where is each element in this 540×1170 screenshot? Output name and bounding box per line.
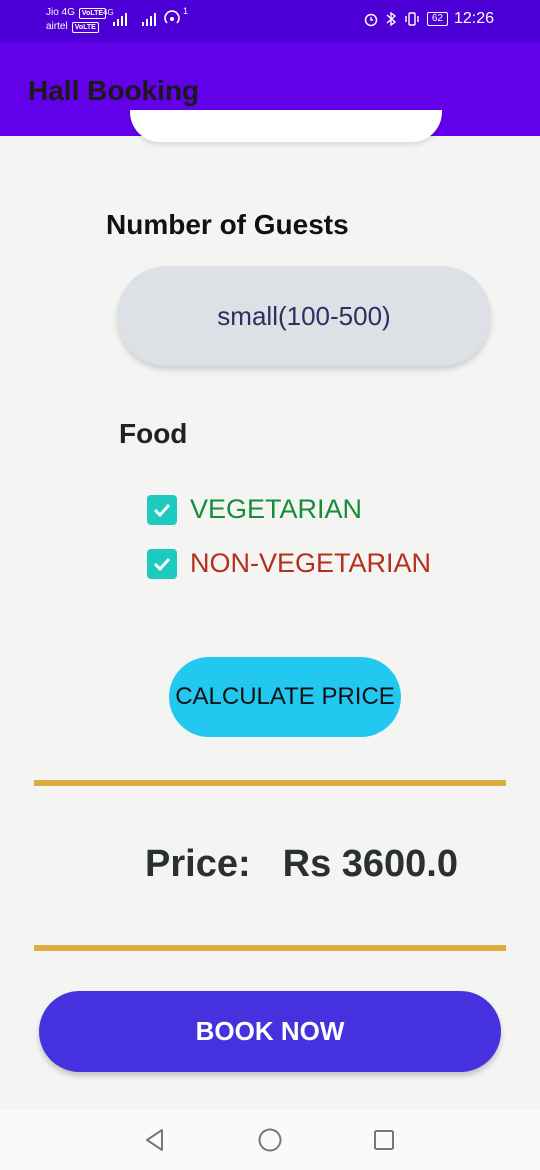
non-vegetarian-label: NON-VEGETARIAN	[190, 548, 432, 578]
bluetooth-icon	[386, 11, 396, 27]
calculate-price-button[interactable]: CALCULATE PRICE	[169, 657, 401, 737]
sim-indicator: 1	[183, 6, 189, 16]
checkbox-checked-icon[interactable]	[147, 548, 177, 579]
checkbox-vegetarian[interactable]: VEGETARIAN	[147, 494, 362, 525]
status-bar: Jio 4G VoLTE airtel VoLTE 4G 1 62 12:26	[0, 0, 540, 42]
vegetarian-label: VEGETARIAN	[190, 494, 363, 524]
checkbox-non-vegetarian[interactable]: NON-VEGETARIAN	[147, 548, 431, 579]
guests-spinner[interactable]: small(100-500)	[117, 266, 491, 366]
hotspot-icon	[164, 10, 180, 24]
volte-badge-2: VoLTE	[71, 21, 99, 33]
signal-icon-2	[142, 10, 156, 26]
back-icon[interactable]	[141, 1126, 169, 1154]
clock: 12:26	[453, 10, 494, 27]
divider-bottom	[34, 945, 506, 951]
price-display: Price: Rs 3600.0	[145, 843, 458, 886]
battery-icon: 62	[426, 12, 448, 26]
price-label: Price:	[145, 843, 251, 885]
alarm-icon	[364, 13, 378, 27]
carrier-1: Jio 4G	[46, 7, 75, 18]
signal-icon-1	[113, 10, 127, 26]
vibrate-icon	[405, 12, 419, 26]
price-value: Rs 3600.0	[282, 843, 458, 885]
divider-top	[34, 780, 506, 786]
system-nav-bar	[0, 1110, 540, 1170]
checkbox-checked-icon[interactable]	[147, 494, 177, 525]
guests-label: Number of Guests	[106, 209, 349, 240]
recents-icon[interactable]	[370, 1126, 398, 1154]
carrier-2: airtel	[46, 21, 68, 32]
app-title: Hall Booking	[28, 75, 200, 106]
guests-selected-value: small(100-500)	[217, 300, 391, 331]
food-label: Food	[119, 418, 188, 449]
previous-field-card[interactable]	[130, 110, 442, 142]
volte-badge-1: VoLTE	[78, 7, 107, 19]
carrier-info: Jio 4G VoLTE airtel VoLTE	[46, 6, 107, 34]
book-now-button[interactable]: BOOK NOW	[39, 991, 501, 1072]
status-icons: 62 12:26	[363, 10, 494, 28]
home-icon[interactable]	[256, 1126, 284, 1154]
